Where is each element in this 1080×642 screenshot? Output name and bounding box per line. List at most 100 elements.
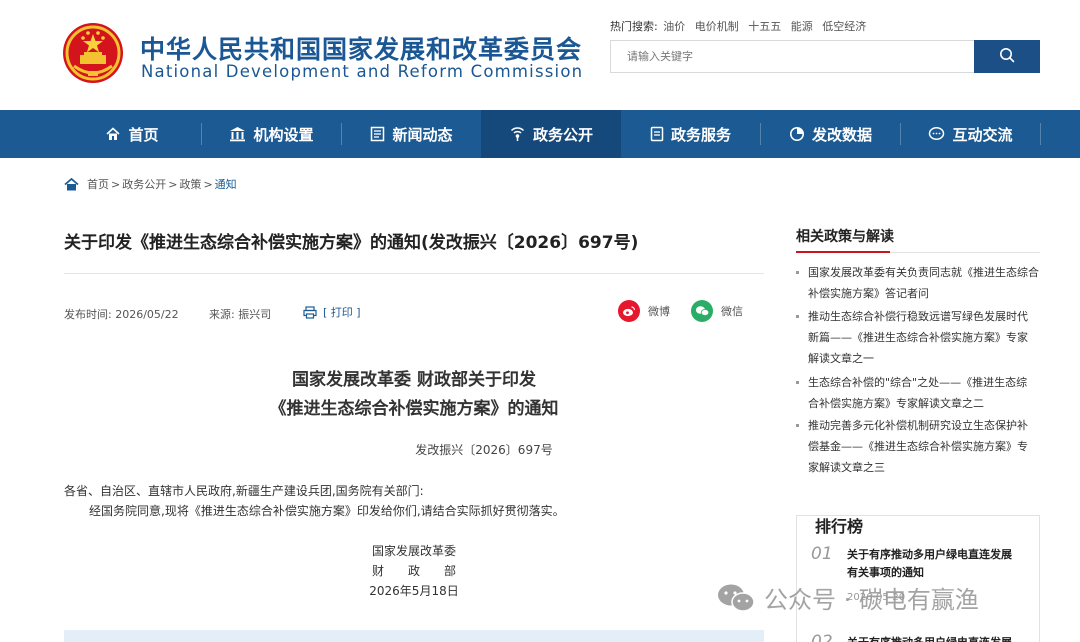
- signal-icon: [509, 126, 526, 142]
- document-number: 发改振兴〔2026〕697号: [415, 443, 553, 457]
- related-item-line: 补偿实施方案》答记者问: [808, 287, 929, 300]
- source-label: 来源:: [209, 308, 235, 321]
- nav-item-news[interactable]: 新闻动态: [342, 110, 481, 158]
- related-item-line: 推动完善多元化补偿机制研究设立生态保护补: [808, 419, 1028, 432]
- breadcrumb-item[interactable]: 首页: [87, 176, 109, 192]
- hot-term-link[interactable]: 低空经济: [822, 20, 866, 33]
- rank-item-line: 关于有序推动多用户绿电直连发展: [847, 548, 1012, 561]
- document-heading-line-2: 《推进生态综合补偿实施方案》的通知: [269, 399, 559, 419]
- related-item[interactable]: 推动完善多元化补偿机制研究设立生态保护补 偿基金——《推进生态综合补偿实施方案》…: [796, 415, 1040, 478]
- rank-number: 02: [811, 632, 833, 642]
- printer-icon: [303, 305, 317, 319]
- breadcrumb-separator: >: [168, 177, 178, 191]
- nav-item-home[interactable]: 首页: [64, 110, 200, 158]
- nav-item-government-affairs[interactable]: 政务公开: [481, 110, 621, 158]
- sign-date: 2026年5月18日: [369, 584, 459, 598]
- share-weibo-label: 微博: [648, 305, 670, 318]
- related-item-line: 偿基金——《推进生态综合补偿实施方案》专: [808, 440, 1028, 453]
- source-value: 振兴司: [238, 308, 272, 321]
- rank-item-title[interactable]: 关于有序推动多用户绿电直连发展 有关事项的通知: [847, 546, 1032, 582]
- attachment-bar: [64, 630, 764, 642]
- share-weibo-button[interactable]: 微博: [618, 300, 670, 322]
- related-item-line: 合补偿实施方案》专家解读文章之二: [808, 397, 984, 410]
- source: 来源: 振兴司: [209, 306, 271, 322]
- breadcrumb: 首页 > 政务公开 > 政策 > 通知: [64, 176, 238, 192]
- share-wechat-button[interactable]: 微信: [691, 300, 743, 322]
- nav-item-label: 首页: [128, 125, 159, 144]
- bullet-dot: [796, 271, 799, 274]
- breadcrumb-item-current[interactable]: 通知: [215, 176, 237, 192]
- wechat-icon: [716, 582, 756, 614]
- publish-date: 发布时间: 2026/05/22: [64, 306, 179, 322]
- nav-item-label: 新闻动态: [392, 125, 453, 144]
- related-item-line: 新篇——《推进生态综合补偿实施方案》专家: [808, 331, 1028, 344]
- chat-icon: [928, 126, 945, 142]
- breadcrumb-separator: >: [203, 177, 213, 191]
- search-input[interactable]: [611, 41, 975, 72]
- hot-term-link[interactable]: 能源: [791, 20, 813, 33]
- related-item-line: 解读文章之一: [808, 352, 874, 365]
- nav-item-label: 互动交流: [952, 125, 1013, 144]
- ranking-panel: 排行榜 01 关于有序推动多用户绿电直连发展 有关事项的通知 2026-05-2…: [796, 515, 1040, 642]
- search-bar: [610, 40, 1040, 73]
- weibo-icon: [618, 300, 640, 322]
- nav-item-data[interactable]: 发改数据: [761, 110, 900, 158]
- breadcrumb-item[interactable]: 政务公开: [122, 176, 166, 192]
- bullet-dot: [796, 424, 799, 427]
- news-icon: [370, 126, 385, 142]
- rank-item-line: 关于有序推动多用户绿电直连发展: [847, 634, 1032, 642]
- publish-date-label: 发布时间:: [64, 308, 112, 321]
- related-item[interactable]: 国家发展改革委有关负责同志就《推进生态综合 补偿实施方案》答记者问: [796, 262, 1040, 304]
- nav-item-organization[interactable]: 机构设置: [202, 110, 341, 158]
- related-item-line: 生态综合补偿的"综合"之处——《推进生态综: [808, 376, 1028, 389]
- hot-search: 热门搜索: 油价 电价机制 十五五 能源 低空经济: [610, 18, 872, 34]
- hot-search-label: 热门搜索:: [610, 20, 658, 33]
- hot-term-link[interactable]: 十五五: [748, 20, 781, 33]
- document-recipients: 各省、自治区、直辖市人民政府,新疆生产建设兵团,国务院有关部门:: [64, 484, 424, 498]
- breadcrumb-separator: >: [111, 177, 121, 191]
- home-icon[interactable]: [64, 177, 79, 191]
- rank-number: 01: [811, 544, 833, 564]
- rank-item-title[interactable]: 关于有序推动多用户绿电直连发展: [847, 634, 1032, 642]
- pie-chart-icon: [789, 126, 805, 142]
- watermark-text: 公众号 · 碳电有赢渔: [764, 586, 979, 614]
- building-icon: [229, 126, 246, 142]
- bullet-dot: [796, 315, 799, 318]
- related-item-line: 家解读文章之三: [808, 461, 885, 474]
- nav-item-interaction[interactable]: 互动交流: [901, 110, 1040, 158]
- nav-item-label: 发改数据: [811, 125, 872, 144]
- ranking-title: 排行榜: [815, 517, 864, 536]
- hot-term-link[interactable]: 油价: [663, 20, 685, 33]
- national-emblem-logo[interactable]: [62, 22, 124, 84]
- share-wechat-label: 微信: [721, 305, 743, 318]
- wechat-icon: [691, 300, 713, 322]
- breadcrumb-item[interactable]: 政策: [179, 176, 201, 192]
- related-policies-title: 相关政策与解读: [796, 229, 894, 245]
- home-icon: [105, 126, 121, 142]
- related-item[interactable]: 生态综合补偿的"综合"之处——《推进生态综 合补偿实施方案》专家解读文章之二: [796, 372, 1040, 414]
- related-item-line: 推动生态综合补偿行稳致远谱写绿色发展时代: [808, 310, 1028, 323]
- related-item[interactable]: 推动生态综合补偿行稳致远谱写绿色发展时代 新篇——《推进生态综合补偿实施方案》专…: [796, 306, 1040, 369]
- site-title-cn[interactable]: 中华人民共和国国家发展和改革委员会: [140, 30, 582, 66]
- signer-ndrc: 国家发展改革委: [371, 544, 456, 558]
- search-button[interactable]: [974, 40, 1040, 73]
- divider: [64, 273, 764, 274]
- nav-item-government-services[interactable]: 政务服务: [621, 110, 760, 158]
- nav-item-label: 机构设置: [253, 125, 314, 144]
- search-icon: [999, 47, 1015, 67]
- site-title-en[interactable]: National Development and Reform Commissi…: [141, 62, 583, 81]
- title-underline: [796, 251, 890, 253]
- nav-item-label: 政务公开: [532, 125, 593, 144]
- hot-term-link[interactable]: 电价机制: [695, 20, 739, 33]
- document-icon: [650, 126, 664, 142]
- nav-item-label: 政务服务: [670, 125, 731, 144]
- publish-date-value: 2026/05/22: [115, 308, 179, 321]
- related-item-line: 国家发展改革委有关负责同志就《推进生态综合: [808, 266, 1039, 279]
- signer-mof: 财 政 部: [371, 564, 456, 578]
- document-heading-line-1: 国家发展改革委 财政部关于印发: [292, 370, 536, 390]
- print-button[interactable]: [ 打印 ]: [303, 304, 361, 320]
- nav-divider: [1040, 123, 1041, 145]
- wechat-account-watermark: 公众号 · 碳电有赢渔: [716, 580, 979, 615]
- document-body: 经国务院同意,现将《推进生态综合补偿实施方案》印发给你们,请结合实际抓好贯彻落实…: [89, 504, 565, 518]
- site-header: 中华人民共和国国家发展和改革委员会 National Development a…: [0, 0, 1080, 110]
